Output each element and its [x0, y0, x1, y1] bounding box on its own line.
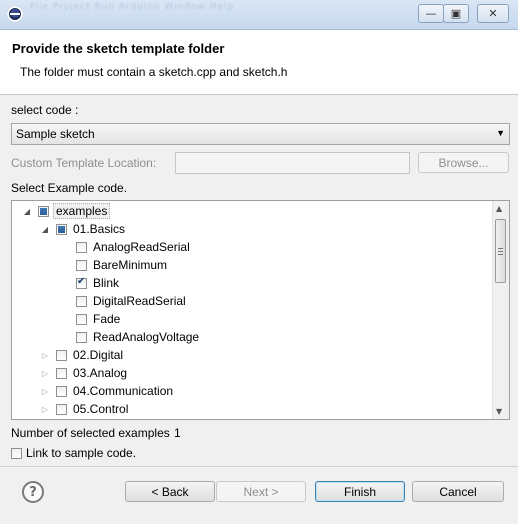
collapse-arrow-icon[interactable]: ◢	[22, 207, 32, 216]
selected-count-value: 1	[174, 426, 181, 440]
tree-node-label: examples	[53, 203, 111, 219]
tree-leaf-bareminimum[interactable]: BareMinimum	[76, 256, 167, 274]
tree-node-label: 03.Analog	[73, 366, 128, 380]
grip-line	[498, 248, 503, 249]
tree-node-label: AnalogReadSerial	[93, 240, 190, 254]
link-sample-code-label: Link to sample code.	[26, 446, 137, 460]
scroll-up-icon[interactable]: ▲	[496, 204, 502, 213]
grip-line	[498, 251, 503, 252]
cancel-button[interactable]: Cancel	[412, 481, 504, 502]
leaf-checkbox-checked[interactable]	[76, 276, 87, 289]
tree-leaf-digitalreadserial[interactable]: DigitalReadSerial	[76, 292, 186, 310]
button-bar-separator	[0, 466, 518, 467]
scrollbar-thumb[interactable]	[495, 219, 506, 283]
select-code-value: Sample sketch	[16, 127, 95, 141]
back-button[interactable]: < Back	[125, 481, 215, 502]
help-icon[interactable]: ?	[22, 481, 44, 503]
tree-node-label: ReadAnalogVoltage	[93, 330, 200, 344]
selected-count-label: Number of selected examples	[11, 426, 170, 440]
folder-checkbox[interactable]	[56, 367, 67, 379]
leaf-checkbox[interactable]	[76, 313, 87, 325]
select-code-label: select code :	[11, 103, 79, 117]
page-title: Provide the sketch template folder	[12, 41, 225, 56]
wizard-header: Provide the sketch template folder The f…	[0, 30, 518, 95]
examples-checkbox[interactable]	[38, 205, 49, 217]
app-icon	[7, 6, 23, 22]
tree-node-communication[interactable]: ▷ 04.Communication	[40, 382, 173, 400]
chevron-down-icon: ▼	[496, 128, 505, 138]
leaf-checkbox[interactable]	[76, 331, 87, 343]
leaf-checkbox[interactable]	[76, 295, 87, 307]
tree-node-basics[interactable]: ◢ 01.Basics	[40, 220, 125, 238]
tree-node-examples[interactable]: ◢ examples	[22, 202, 111, 220]
minimize-button[interactable]: —	[418, 4, 444, 23]
collapse-arrow-icon[interactable]: ◢	[40, 225, 50, 234]
tree-leaf-readanalogvoltage[interactable]: ReadAnalogVoltage	[76, 328, 199, 346]
tree-node-digital[interactable]: ▷ 02.Digital	[40, 346, 123, 364]
expand-arrow-icon[interactable]: ▷	[40, 405, 50, 414]
examples-tree[interactable]: ◢ examples ◢ 01.Basics AnalogReadSerial …	[11, 200, 510, 420]
expand-arrow-icon[interactable]: ▷	[40, 369, 50, 378]
tree-node-label: 01.Basics	[73, 222, 126, 236]
custom-location-label: Custom Template Location:	[11, 156, 157, 170]
page-description: The folder must contain a sketch.cpp and…	[20, 65, 288, 79]
close-button[interactable]: ✕	[477, 4, 509, 23]
scroll-down-icon[interactable]: ▼	[496, 407, 502, 416]
browse-button[interactable]: Browse...	[418, 152, 509, 173]
grip-line	[498, 254, 503, 255]
tree-scrollbar[interactable]: ▲ ▼	[492, 201, 509, 419]
leaf-checkbox[interactable]	[76, 241, 87, 253]
folder-checkbox[interactable]	[56, 349, 67, 361]
tree-node-control[interactable]: ▷ 05.Control	[40, 400, 128, 418]
folder-checkbox[interactable]	[56, 403, 67, 415]
finish-button[interactable]: Finish	[315, 481, 405, 502]
select-code-combo[interactable]: Sample sketch ▼	[11, 123, 510, 145]
tree-node-analog[interactable]: ▷ 03.Analog	[40, 364, 127, 382]
tree-leaf-analogreadserial[interactable]: AnalogReadSerial	[76, 238, 190, 256]
tree-node-label: Blink	[93, 276, 120, 290]
folder-checkbox[interactable]	[56, 385, 67, 397]
custom-location-input[interactable]	[175, 152, 410, 174]
link-sample-code-option[interactable]: Link to sample code.	[11, 444, 136, 462]
tree-node-label: 04.Communication	[73, 384, 174, 398]
title-bar: File Project Run Arduino Window Help — ▣…	[0, 0, 518, 30]
maximize-button[interactable]: ▣	[443, 4, 469, 23]
leaf-checkbox[interactable]	[76, 259, 87, 271]
tree-node-label: Fade	[93, 312, 121, 326]
background-menu-ghost: File Project Run Arduino Window Help	[30, 2, 235, 12]
tree-leaf-blink[interactable]: Blink	[76, 274, 119, 292]
tree-leaf-fade[interactable]: Fade	[76, 310, 120, 328]
tree-node-label: BareMinimum	[93, 258, 168, 272]
expand-arrow-icon[interactable]: ▷	[40, 351, 50, 360]
select-example-label: Select Example code.	[11, 181, 128, 195]
tree-node-label: 05.Control	[73, 402, 129, 416]
tree-node-label: DigitalReadSerial	[93, 294, 186, 308]
link-sample-code-checkbox[interactable]	[11, 447, 22, 459]
next-button[interactable]: Next >	[216, 481, 306, 502]
expand-arrow-icon[interactable]: ▷	[40, 387, 50, 396]
basics-checkbox[interactable]	[56, 223, 67, 235]
tree-node-label: 02.Digital	[73, 348, 124, 362]
